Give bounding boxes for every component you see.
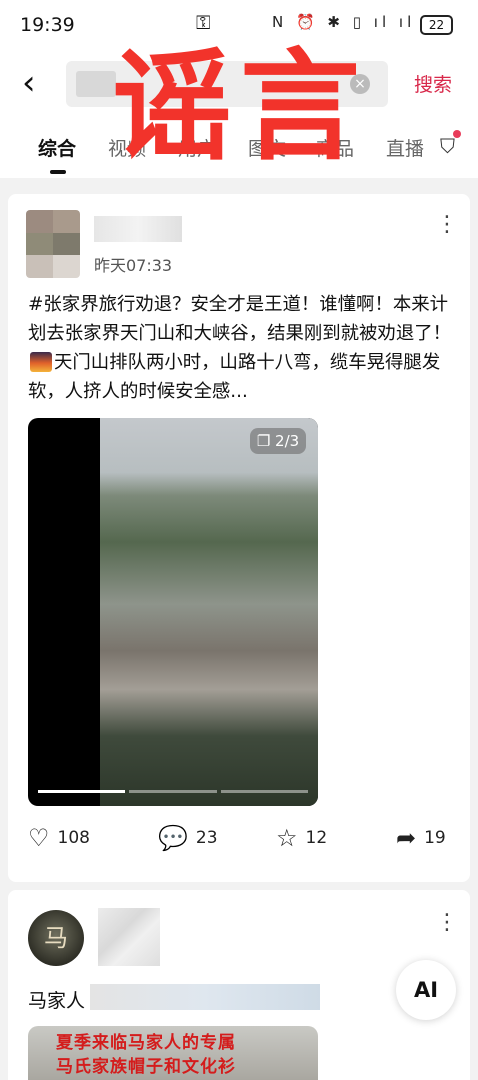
search-button[interactable]: 搜索 <box>414 70 452 97</box>
image-count-badge: ❐ 2/3 <box>250 428 306 454</box>
slide-progress <box>38 790 308 793</box>
favorite-button[interactable]: ☆ 12 <box>276 826 327 850</box>
back-arrow-icon[interactable]: ‹ <box>22 66 36 100</box>
search-query-blurred <box>76 71 116 97</box>
more-options-icon[interactable]: ⋮ <box>436 912 458 934</box>
post-card[interactable]: 昨天07:33 ⋮ #张家界旅行劝退？安全才是王道！谁懂啊！本来计划去张家界天门… <box>8 194 470 882</box>
rumor-stamp: 谣言 <box>112 38 368 177</box>
share-count: 19 <box>424 828 446 848</box>
like-button[interactable]: ♡ 108 <box>28 826 90 850</box>
post-text-part2: 天门山排队两小时，山路十八弯，缆车晃得腿发软，人挤人的时候安全感... <box>28 352 441 402</box>
banner-text-line2: 马氏家族帽子和文化衫 <box>56 1057 236 1077</box>
like-count: 108 <box>57 828 90 848</box>
post-title-blurred <box>90 984 320 1010</box>
gallery-icon: ❐ <box>256 432 271 450</box>
filter-badge-dot <box>453 130 461 138</box>
battery-icon: 22 <box>420 15 453 35</box>
avatar[interactable]: 马 <box>28 910 84 966</box>
tab-live[interactable]: 直播 <box>386 134 424 161</box>
active-tab-indicator <box>50 170 66 174</box>
heart-icon: ♡ <box>28 824 50 852</box>
image-count: 2/3 <box>275 432 300 450</box>
username-blurred[interactable] <box>94 216 182 242</box>
tab-overview[interactable]: 综合 <box>38 134 76 161</box>
post-actions: ♡ 108 💬 23 ☆ 12 ➦ 19 <box>8 826 470 858</box>
post-image[interactable]: 夏季来临马家人的专属 马氏家族帽子和文化衫 <box>28 1026 318 1080</box>
favorite-count: 12 <box>305 828 328 848</box>
post-body[interactable]: #张家界旅行劝退？安全才是王道！谁懂啊！本来计划去张家界天门山和大峡谷，结果刚到… <box>28 290 456 406</box>
avatar[interactable] <box>26 210 80 278</box>
filter-icon[interactable]: ⛉ <box>440 134 455 158</box>
status-time: 19:39 <box>20 14 75 36</box>
more-options-icon[interactable]: ⋮ <box>436 214 458 236</box>
banner-text-line1: 夏季来临马家人的专属 <box>56 1033 236 1053</box>
username-blurred[interactable] <box>98 908 160 966</box>
ai-assistant-button[interactable]: AI <box>396 960 456 1020</box>
post-image[interactable]: ❐ 2/3 <box>28 418 318 806</box>
sunrise-emoji-icon <box>30 352 52 372</box>
post-title[interactable]: 马家人 <box>28 986 85 1013</box>
glass-bridge-photo <box>100 418 318 806</box>
post-timestamp: 昨天07:33 <box>94 256 173 275</box>
share-button[interactable]: ➦ 19 <box>396 826 446 850</box>
share-arrow-icon: ➦ <box>396 824 417 852</box>
comment-button[interactable]: 💬 23 <box>158 826 218 850</box>
post-text-part1: #张家界旅行劝退？安全才是王道！谁懂啊！本来计划去张家界天门山和大峡谷，结果刚到… <box>28 294 451 344</box>
comment-count: 23 <box>195 828 218 848</box>
comment-icon: 💬 <box>158 824 188 852</box>
star-icon: ☆ <box>276 824 298 852</box>
